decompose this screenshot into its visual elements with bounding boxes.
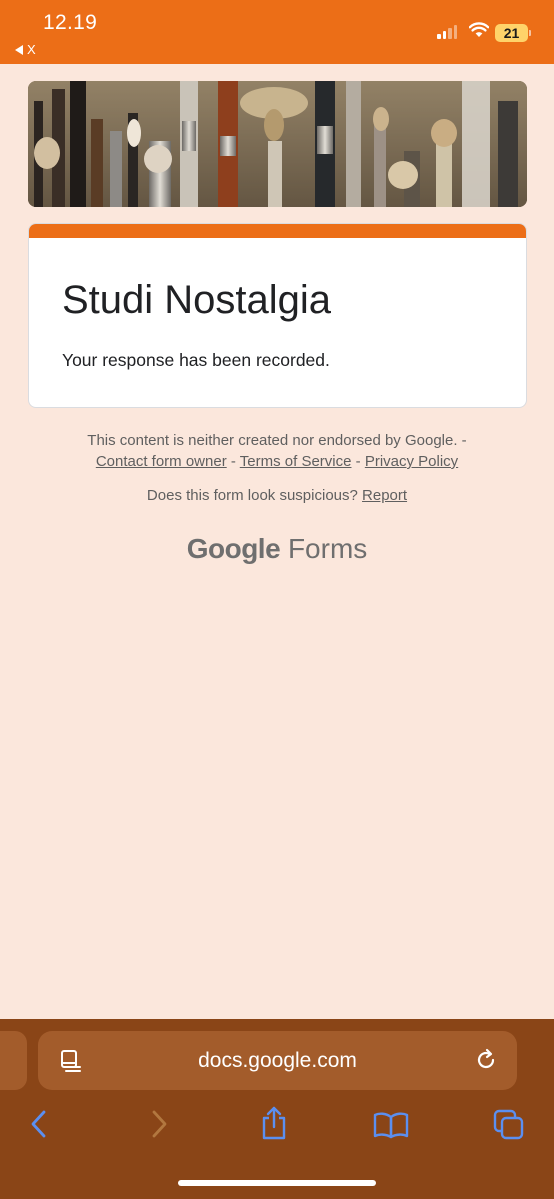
chevron-right-icon[interactable] xyxy=(148,1109,170,1139)
google-forms-logo[interactable]: Google Forms xyxy=(0,533,554,565)
book-icon[interactable] xyxy=(373,1111,409,1139)
share-icon[interactable] xyxy=(260,1105,288,1141)
url-text[interactable]: docs.google.com xyxy=(38,1031,517,1090)
confirmation-message: Your response has been recorded. xyxy=(62,350,330,370)
form-title: Studi Nostalgia xyxy=(62,278,332,322)
previous-tab-pill[interactable] xyxy=(0,1031,27,1090)
suspicious-form-notice: Does this form look suspicious? Report xyxy=(0,487,554,504)
footer-links: Contact form owner - Terms of Service - … xyxy=(0,451,554,472)
confirmation-card: Studi Nostalgia Your response has been r… xyxy=(28,223,527,408)
back-to-app-button[interactable]: X xyxy=(15,42,36,57)
back-triangle-icon xyxy=(15,44,23,55)
privacy-policy-link[interactable]: Privacy Policy xyxy=(365,453,458,470)
status-time: 12.19 xyxy=(43,11,98,34)
tabs-icon[interactable] xyxy=(493,1109,525,1141)
forms-wordmark: Forms xyxy=(287,533,368,564)
card-accent-bar xyxy=(29,224,526,238)
disclaimer: This content is neither created nor endo… xyxy=(0,430,554,472)
signal-icon xyxy=(437,25,457,39)
chevron-left-icon[interactable] xyxy=(28,1109,50,1139)
status-bar: 12.19 X 21 xyxy=(0,0,554,64)
report-link[interactable]: Report xyxy=(362,487,407,504)
header-banner-image xyxy=(28,81,527,207)
google-wordmark: Google xyxy=(186,533,281,564)
battery-icon: 21 xyxy=(495,24,531,42)
link-separator: - xyxy=(230,453,236,470)
terms-of-service-link[interactable]: Terms of Service xyxy=(240,453,352,470)
reload-icon[interactable] xyxy=(474,1048,498,1072)
wifi-icon xyxy=(469,22,489,37)
paintbrushes-image xyxy=(28,81,527,207)
home-indicator xyxy=(178,1180,376,1186)
back-app-label: X xyxy=(27,42,36,57)
suspicious-question: Does this form look suspicious? xyxy=(146,487,358,504)
address-bar[interactable]: docs.google.com xyxy=(38,1031,517,1090)
browser-toolbar: docs.google.com xyxy=(0,1019,554,1199)
link-separator: - xyxy=(355,453,361,470)
disclaimer-text: This content is neither created nor endo… xyxy=(87,432,467,449)
contact-form-owner-link[interactable]: Contact form owner xyxy=(96,453,227,470)
